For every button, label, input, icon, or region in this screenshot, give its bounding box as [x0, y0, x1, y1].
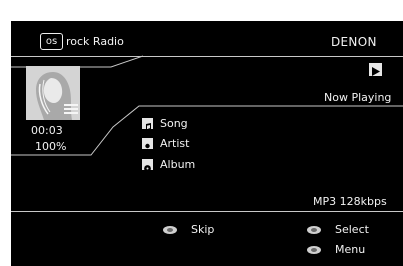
- artist-icon: [142, 138, 153, 153]
- menu-control[interactable]: Menu: [307, 243, 387, 257]
- remote-button-icon: [307, 246, 321, 254]
- album-art-image: [26, 66, 80, 120]
- progress-percent: 100%: [35, 140, 67, 153]
- skip-label: Skip: [191, 223, 215, 236]
- remote-button-icon: [307, 226, 321, 234]
- info-item-song: Song: [142, 117, 262, 132]
- now-playing-status: Now Playing: [324, 91, 392, 104]
- footer-divider: [11, 211, 403, 212]
- now-playing-screen: os rock Radio DENON 00:03 100% Now Playi…: [11, 21, 403, 266]
- skip-control[interactable]: Skip: [163, 223, 233, 237]
- audio-format: MP3 128kbps: [313, 195, 387, 208]
- play-icon: [369, 63, 382, 76]
- info-item-album: Album: [142, 158, 262, 172]
- elapsed-time: 00:03: [31, 124, 63, 137]
- album-icon: [142, 159, 153, 172]
- info-item-label: Album: [160, 158, 196, 171]
- remote-button-icon: [163, 226, 177, 234]
- select-control[interactable]: Select: [307, 223, 387, 237]
- music-note-icon: [142, 118, 153, 132]
- info-item-label: Song: [160, 117, 188, 130]
- info-item-label: Artist: [160, 137, 190, 150]
- info-item-artist: Artist: [142, 137, 262, 153]
- select-label: Select: [335, 223, 369, 236]
- menu-label: Menu: [335, 243, 366, 256]
